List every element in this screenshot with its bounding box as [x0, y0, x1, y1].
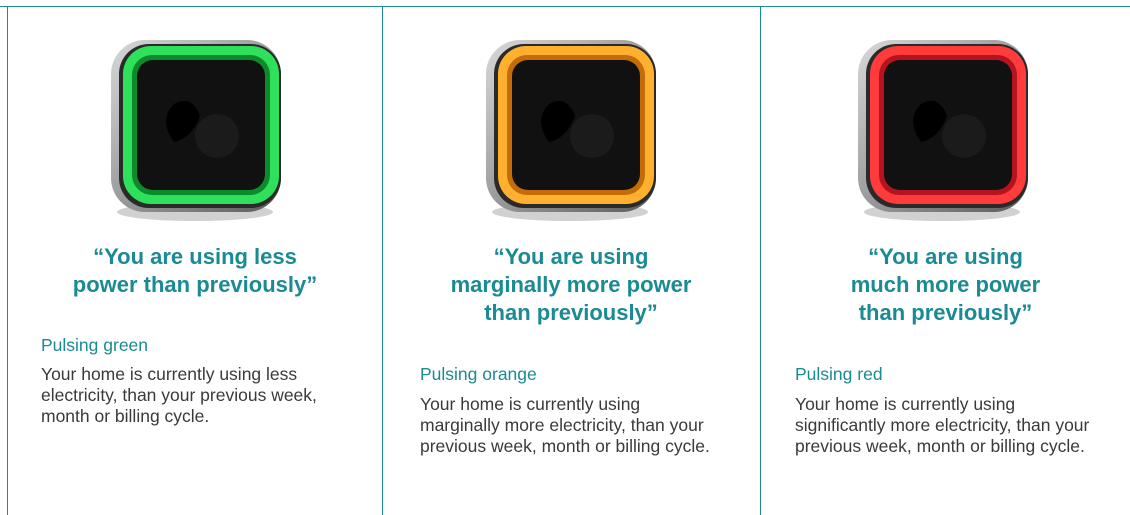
quote-line-1: “You are using less	[93, 244, 297, 269]
description: Your home is currently using less electr…	[41, 364, 317, 426]
quote-line-2: power than previously”	[72, 272, 318, 297]
description: Your home is currently using significant…	[795, 394, 1090, 456]
device-orange-image	[474, 34, 666, 224]
quote-line-1: “You are using	[493, 244, 649, 269]
device-red-image	[846, 34, 1038, 224]
mode-label: Pulsing orange	[420, 364, 537, 384]
quote-line-1: “You are using	[868, 244, 1023, 269]
mode-label: Pulsing red	[795, 364, 883, 384]
quote-heading: “You are using marginally more power tha…	[382, 243, 760, 327]
mode-label: Pulsing green	[41, 335, 149, 355]
description: Your home is currently using marginally …	[420, 394, 710, 456]
card-orange: “You are using marginally more power tha…	[382, 7, 761, 515]
device-green-image	[99, 34, 291, 224]
quote-heading: “You are using less power than previousl…	[8, 243, 382, 299]
quote-line-2: marginally more power	[450, 272, 692, 297]
device-orange-icon	[486, 40, 656, 221]
status-cards: “You are using less power than previousl…	[0, 7, 1130, 515]
card-red: “You are using much more power than prev…	[761, 7, 1130, 515]
quote-heading: “You are using much more power than prev…	[761, 243, 1130, 327]
quote-line-3: than previously”	[484, 300, 658, 325]
quote-line-2: much more power	[850, 272, 1041, 297]
quote-line-3: than previously”	[858, 300, 1033, 325]
card-green: “You are using less power than previousl…	[7, 7, 383, 515]
device-red-icon	[858, 40, 1028, 221]
device-green-icon	[111, 40, 281, 221]
